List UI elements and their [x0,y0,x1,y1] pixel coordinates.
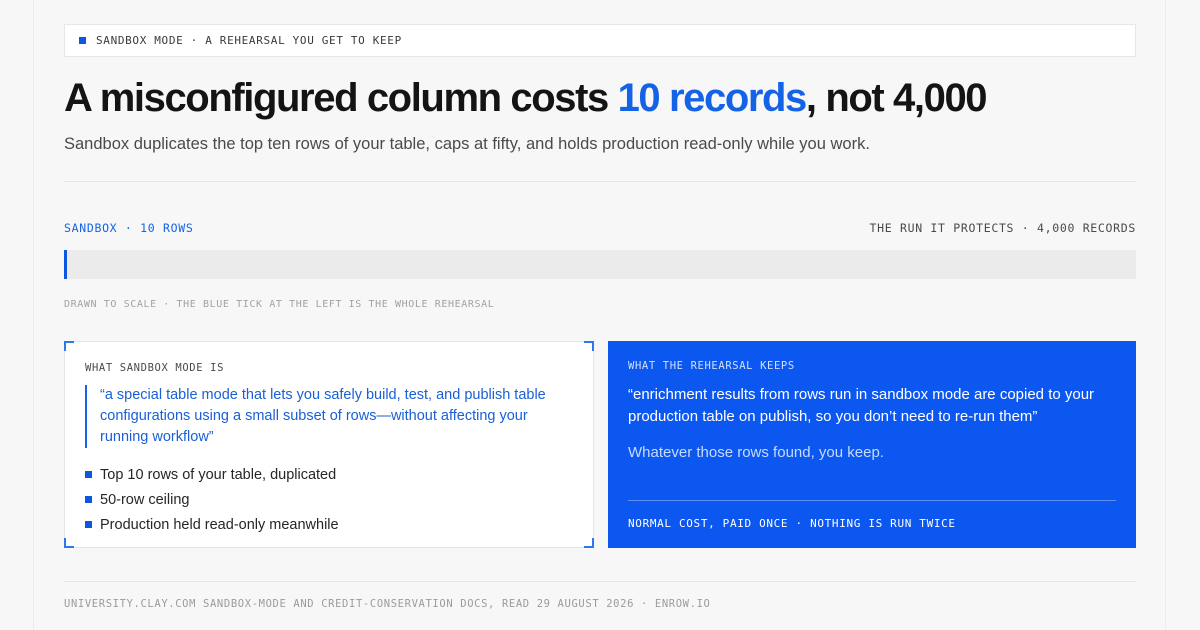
subheadline: Sandbox duplicates the top ten rows of y… [64,135,870,153]
corner-bracket-icon [64,538,74,548]
card-label: WHAT SANDBOX MODE IS [85,362,225,374]
keeps-quote: “enrichment results from rows run in san… [628,386,1095,425]
corner-bracket-icon [64,341,74,351]
source-citation: UNIVERSITY.CLAY.COM SANDBOX-MODE AND CRE… [64,598,711,610]
keeps-summary: Whatever those rows found, you keep. [628,444,884,461]
card-footer: NORMAL COST, PAID ONCE · NOTHING IS RUN … [628,517,956,530]
divider-bottom [64,581,1136,582]
headline-after: , not 4,000 [805,76,988,120]
card-label: WHAT THE REHEARSAL KEEPS [628,360,795,372]
list-item: 50-row ceiling [85,487,339,512]
sandbox-scale-tick [64,250,67,279]
divider-top [64,181,1136,182]
scale-bar [64,250,1136,279]
page: SANDBOX MODE · A REHEARSAL YOU GET TO KE… [0,0,1200,630]
list-item: Top 10 rows of your table, duplicated [85,462,339,487]
list-item-text: Production held read-only meanwhile [100,516,339,533]
square-bullet-icon [85,496,92,503]
list-item: Production held read-only meanwhile [85,512,339,537]
corner-bracket-icon [584,341,594,351]
eyebrow-banner: SANDBOX MODE · A REHEARSAL YOU GET TO KE… [64,24,1136,57]
card-divider [628,500,1116,501]
headline-accent: 10 records [617,76,808,120]
square-bullet-icon [85,521,92,528]
production-scale-label: THE RUN IT PROTECTS · 4,000 RECORDS [869,221,1136,235]
rehearsal-keeps-card: WHAT THE REHEARSAL KEEPS “enrichment res… [608,341,1136,548]
headline: A misconfigured column costs 10 records,… [64,76,988,121]
sandbox-definition-card: WHAT SANDBOX MODE IS “a special table mo… [64,341,594,548]
definition-quote: “a special table mode that lets you safe… [85,385,565,448]
scale-note: DRAWN TO SCALE · THE BLUE TICK AT THE LE… [64,299,495,310]
square-bullet-icon [85,471,92,478]
list-item-text: 50-row ceiling [100,491,190,508]
sandbox-scale-label: SANDBOX · 10 ROWS [64,221,194,235]
list-item-text: Top 10 rows of your table, duplicated [100,466,337,483]
headline-before: A misconfigured column costs [64,76,618,120]
feature-list: Top 10 rows of your table, duplicated 50… [85,462,339,537]
corner-bracket-icon [584,538,594,548]
square-bullet-icon [79,37,86,44]
eyebrow-text: SANDBOX MODE · A REHEARSAL YOU GET TO KE… [96,34,402,47]
